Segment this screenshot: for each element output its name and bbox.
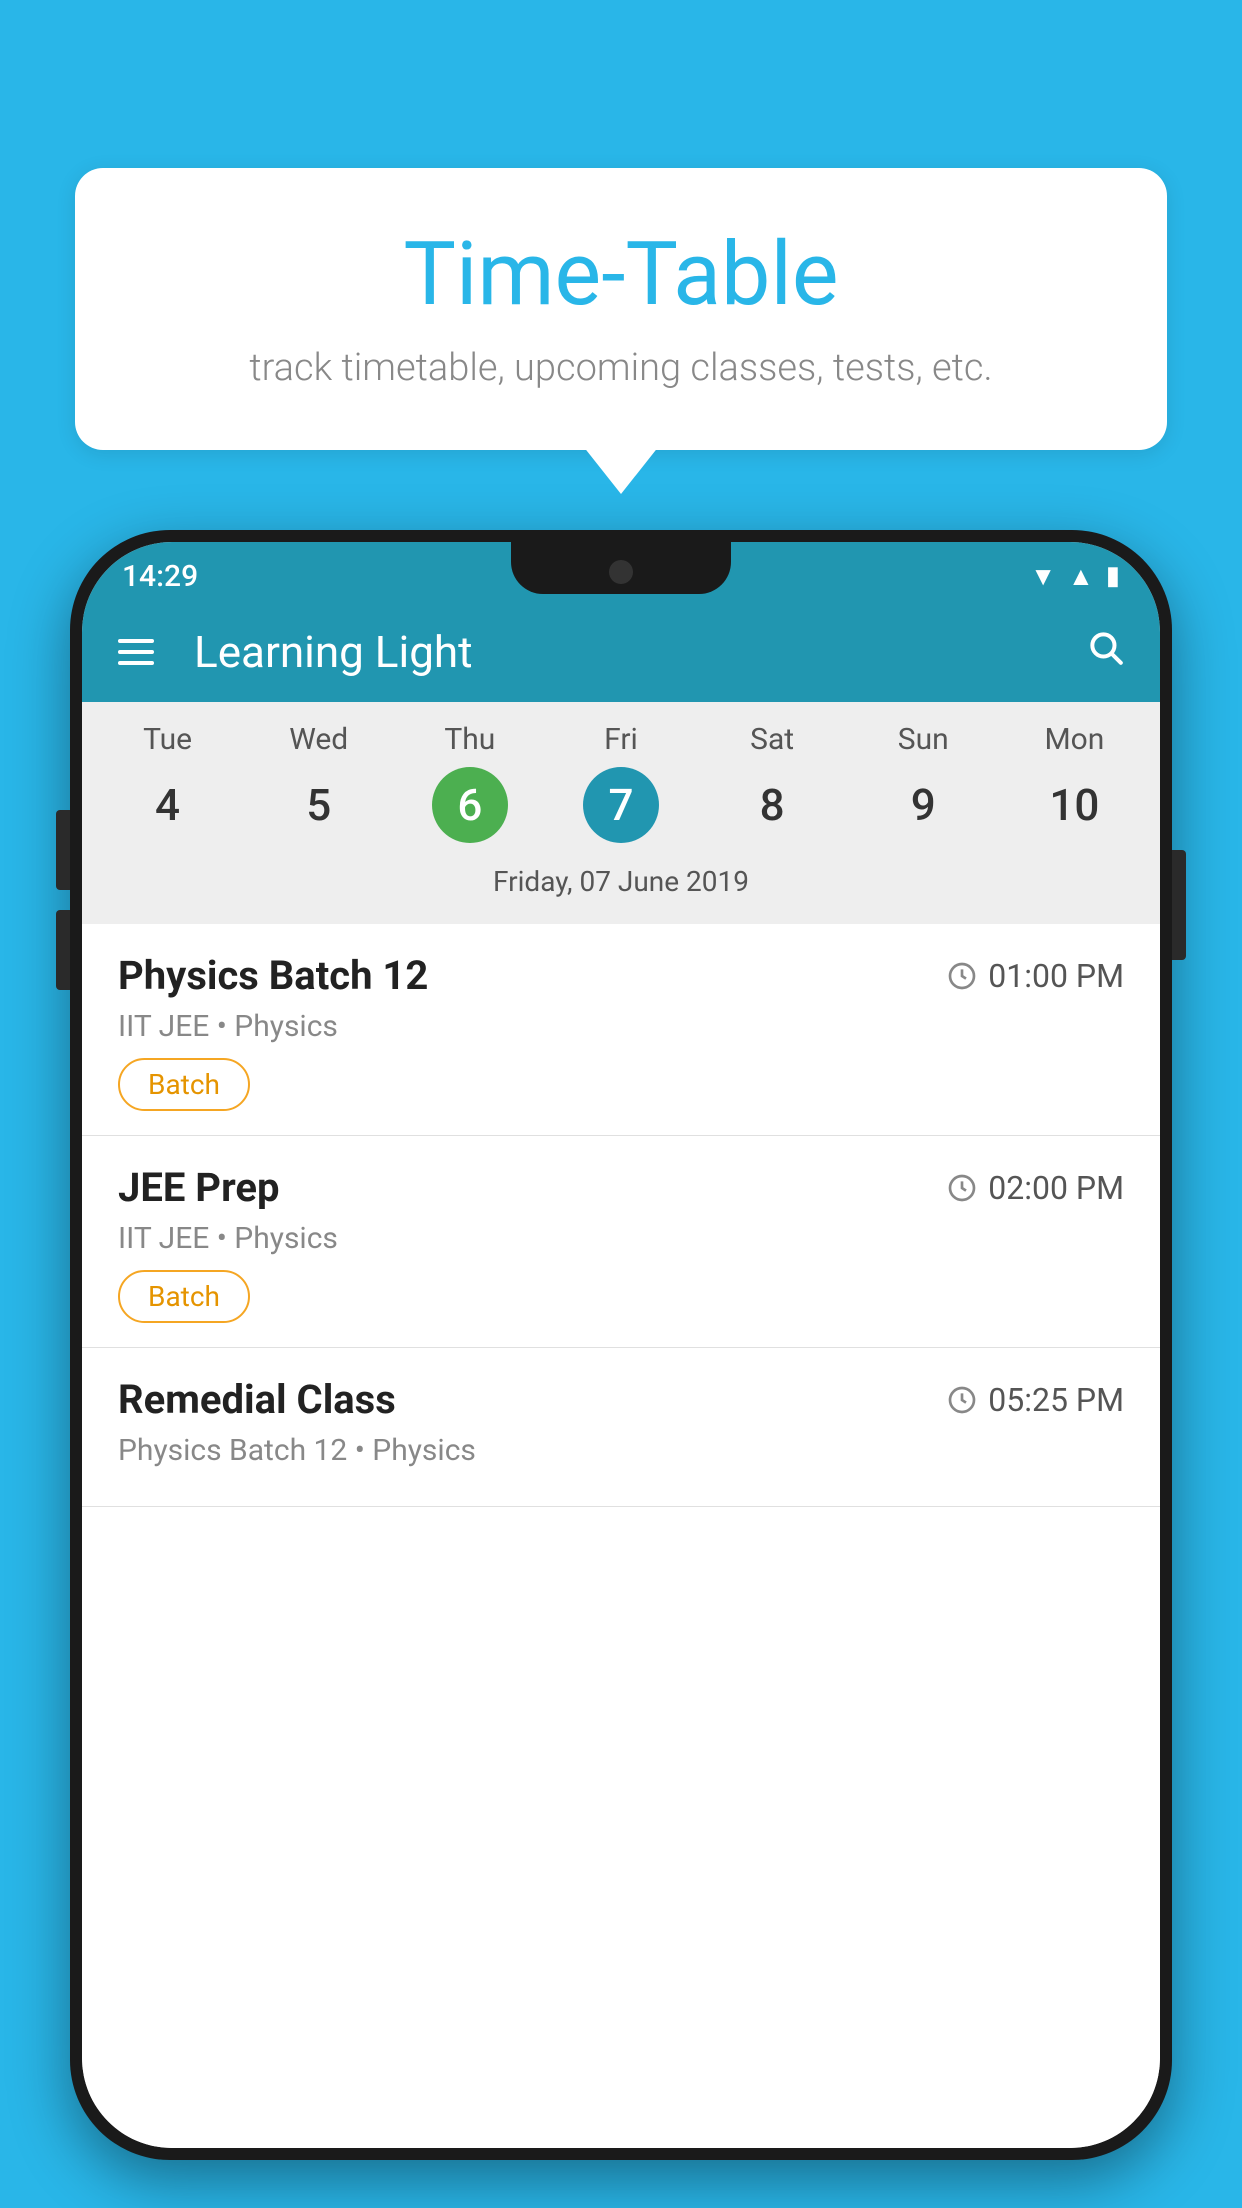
info-bubble-card: Time-Table track timetable, upcoming cla…: [75, 168, 1167, 450]
schedule-time: 02:00 PM: [946, 1169, 1124, 1207]
schedule-item[interactable]: JEE Prep 02:00 PM IIT JEE • Physics Batch: [82, 1136, 1160, 1348]
day-name: Wed: [289, 722, 348, 757]
day-name: Mon: [1044, 722, 1104, 757]
schedule-title: JEE Prep: [118, 1164, 279, 1211]
phone-screen: 14:29 ▼ ▲ ▮ Learning Light: [82, 542, 1160, 2148]
day-col-mon[interactable]: Mon 10: [1009, 722, 1139, 843]
calendar-strip: Tue 4 Wed 5 Thu 6 Fri 7 Sat 8 Sun 9 Mon 10 Friday, 07…: [82, 702, 1160, 924]
batch-badge: Batch: [118, 1058, 250, 1111]
day-col-wed[interactable]: Wed 5: [254, 722, 384, 843]
clock-icon: [946, 1172, 978, 1204]
phone-mockup: 14:29 ▼ ▲ ▮ Learning Light: [70, 530, 1172, 2208]
day-col-fri[interactable]: Fri 7: [556, 722, 686, 843]
signal-icon: ▲: [1068, 561, 1094, 592]
schedule-subtitle: IIT JEE • Physics: [118, 1009, 1124, 1044]
battery-icon: ▮: [1106, 561, 1120, 591]
hamburger-menu-icon[interactable]: [118, 639, 154, 665]
status-icons: ▼ ▲ ▮: [1030, 561, 1120, 592]
day-col-thu[interactable]: Thu 6: [405, 722, 535, 843]
day-name: Sat: [750, 722, 794, 757]
schedule-time-text: 01:00 PM: [988, 957, 1124, 995]
schedule-subtitle: Physics Batch 12 • Physics: [118, 1433, 1124, 1468]
day-col-sat[interactable]: Sat 8: [707, 722, 837, 843]
schedule-item-header: JEE Prep 02:00 PM: [118, 1164, 1124, 1211]
bubble-title: Time-Table: [125, 223, 1117, 326]
day-name: Thu: [444, 722, 495, 757]
day-number[interactable]: 10: [1036, 767, 1112, 843]
app-bar-title: Learning Light: [194, 626, 1056, 678]
schedule-item[interactable]: Remedial Class 05:25 PM Physics Batch 12 •…: [82, 1348, 1160, 1507]
day-number[interactable]: 9: [885, 767, 961, 843]
schedule-subtitle: IIT JEE • Physics: [118, 1221, 1124, 1256]
volume-down-button[interactable]: [56, 910, 70, 990]
schedule-time-text: 05:25 PM: [988, 1381, 1124, 1419]
day-col-sun[interactable]: Sun 9: [858, 722, 988, 843]
schedule-time: 05:25 PM: [946, 1381, 1124, 1419]
clock-icon: [946, 1384, 978, 1416]
phone-outer: 14:29 ▼ ▲ ▮ Learning Light: [70, 530, 1172, 2160]
day-name: Tue: [143, 722, 192, 757]
day-number[interactable]: 8: [734, 767, 810, 843]
schedule-title: Physics Batch 12: [118, 952, 428, 999]
day-number[interactable]: 6: [432, 767, 508, 843]
schedule-item[interactable]: Physics Batch 12 01:00 PM IIT JEE • Physic…: [82, 924, 1160, 1136]
day-name: Fri: [604, 722, 638, 757]
day-number[interactable]: 4: [130, 767, 206, 843]
day-name: Sun: [898, 722, 949, 757]
power-button[interactable]: [1172, 850, 1186, 960]
days-row: Tue 4 Wed 5 Thu 6 Fri 7 Sat 8 Sun 9 Mon 10: [82, 722, 1160, 843]
screen-content: 14:29 ▼ ▲ ▮ Learning Light: [82, 542, 1160, 2148]
volume-up-button[interactable]: [56, 810, 70, 890]
app-bar: Learning Light: [82, 602, 1160, 702]
batch-badge: Batch: [118, 1270, 250, 1323]
day-col-tue[interactable]: Tue 4: [103, 722, 233, 843]
bubble-subtitle: track timetable, upcoming classes, tests…: [125, 346, 1117, 390]
schedule-container: Physics Batch 12 01:00 PM IIT JEE • Physic…: [82, 924, 1160, 2148]
clock-icon: [946, 960, 978, 992]
phone-notch: [511, 542, 731, 594]
day-number[interactable]: 5: [281, 767, 357, 843]
schedule-time: 01:00 PM: [946, 957, 1124, 995]
schedule-item-header: Remedial Class 05:25 PM: [118, 1376, 1124, 1423]
schedule-item-header: Physics Batch 12 01:00 PM: [118, 952, 1124, 999]
front-camera: [609, 560, 633, 584]
schedule-time-text: 02:00 PM: [988, 1169, 1124, 1207]
search-button[interactable]: [1086, 628, 1124, 677]
schedule-title: Remedial Class: [118, 1376, 396, 1423]
status-time: 14:29: [122, 559, 198, 594]
selected-date-label: Friday, 07 June 2019: [82, 855, 1160, 914]
day-number[interactable]: 7: [583, 767, 659, 843]
wifi-icon: ▼: [1030, 561, 1056, 592]
